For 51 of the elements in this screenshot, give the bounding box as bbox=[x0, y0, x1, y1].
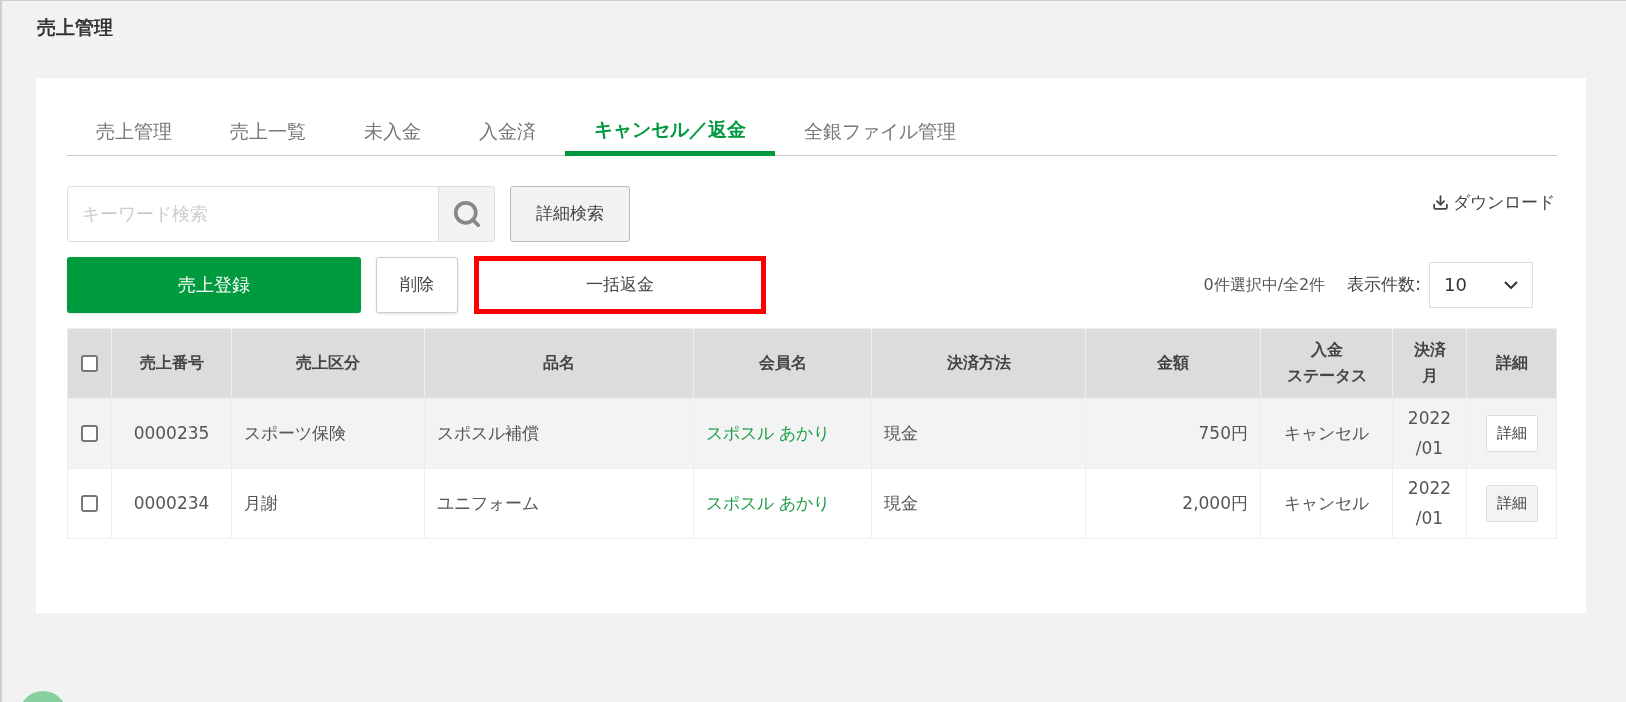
tab[interactable]: 売上管理 bbox=[67, 107, 201, 156]
tab[interactable]: 入金済 bbox=[450, 107, 565, 156]
column-header: 月 bbox=[1421, 365, 1438, 387]
table-cell: 2022 /01 bbox=[1392, 468, 1467, 538]
download-icon bbox=[1432, 193, 1449, 211]
detail-button[interactable]: 詳細 bbox=[1485, 484, 1538, 522]
tab[interactable]: 売上一覧 bbox=[201, 107, 335, 156]
column-header: 売上区分 bbox=[296, 352, 360, 374]
column-header: 入金 bbox=[1310, 339, 1343, 361]
page-title: 売上管理 bbox=[37, 15, 114, 40]
column-header: 売上番号 bbox=[139, 352, 204, 374]
detail-button[interactable]: 詳細 bbox=[1485, 414, 1538, 452]
selection-count: 0件選択中/全2件 bbox=[1203, 273, 1326, 296]
table-cell: 2022 /01 bbox=[1392, 398, 1467, 468]
detail-search-button[interactable]: 詳細検索 bbox=[510, 185, 630, 242]
column-header: 金額 bbox=[1157, 352, 1189, 374]
tab[interactable]: 全銀ファイル管理 bbox=[775, 107, 985, 156]
checkbox[interactable] bbox=[81, 495, 98, 512]
table-cell: 0000235 bbox=[111, 398, 232, 468]
member-link[interactable]: スポスル あかり bbox=[693, 468, 872, 538]
table-cell: 0000234 bbox=[111, 468, 232, 538]
column-header: 詳細 bbox=[1495, 352, 1528, 374]
per-page-select[interactable]: 10 bbox=[1429, 261, 1533, 308]
table-cell: 2,000円 bbox=[1085, 468, 1261, 538]
tab[interactable]: キャンセル／返金 bbox=[565, 107, 775, 156]
table-cell: キャンセル bbox=[1260, 468, 1393, 538]
table-cell: 月謝 bbox=[231, 468, 425, 538]
tab[interactable]: 未入金 bbox=[335, 107, 450, 156]
column-header: 品名 bbox=[543, 352, 575, 374]
search-button[interactable] bbox=[439, 185, 495, 242]
member-link[interactable]: スポスル あかり bbox=[693, 398, 872, 468]
checkbox[interactable] bbox=[81, 425, 98, 442]
search-icon bbox=[451, 198, 482, 229]
column-header: 決済方法 bbox=[946, 352, 1011, 374]
column-header: 決済 bbox=[1413, 339, 1446, 361]
bulk-refund-button[interactable]: 一括返金 bbox=[474, 255, 766, 314]
checkbox[interactable] bbox=[81, 355, 98, 372]
table-cell: 現金 bbox=[871, 398, 1086, 468]
per-page-label: 表示件数: bbox=[1347, 272, 1421, 296]
table-cell: ユニフォーム bbox=[424, 468, 694, 538]
chevron-down-icon bbox=[1504, 280, 1518, 289]
table-cell: スポーツ保険 bbox=[231, 398, 425, 468]
register-button[interactable]: 売上登録 bbox=[67, 256, 361, 313]
table-cell: 750円 bbox=[1085, 398, 1261, 468]
table-cell: 現金 bbox=[871, 468, 1086, 538]
delete-button[interactable]: 削除 bbox=[376, 256, 458, 313]
column-header: ステータス bbox=[1286, 365, 1367, 387]
download-link[interactable]: ダウンロード bbox=[1432, 189, 1555, 215]
table-cell: キャンセル bbox=[1260, 398, 1393, 468]
column-header: 会員名 bbox=[758, 352, 807, 374]
table-cell: スポスル補償 bbox=[424, 398, 694, 468]
